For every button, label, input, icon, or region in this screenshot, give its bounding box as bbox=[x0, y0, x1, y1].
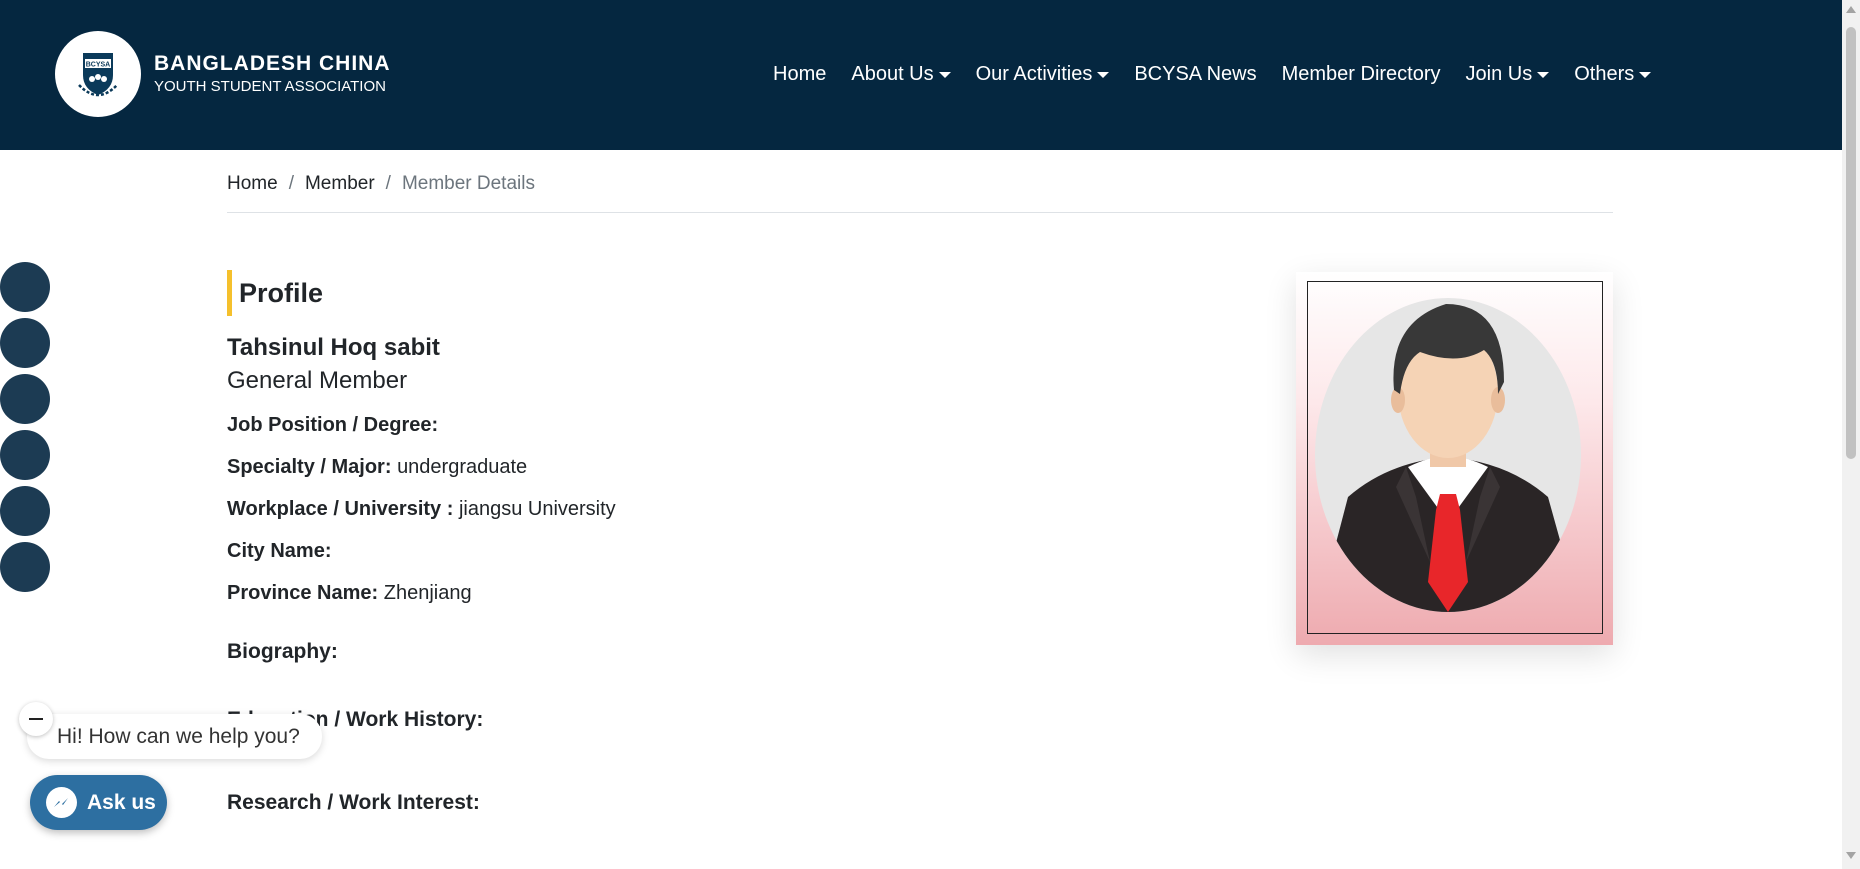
nav-others[interactable]: Others bbox=[1574, 63, 1652, 86]
nav-join-us[interactable]: Join Us bbox=[1466, 63, 1550, 86]
nav-home-label: Home bbox=[773, 63, 827, 85]
scroll-down-icon[interactable] bbox=[1846, 852, 1856, 859]
avatar-placeholder-icon bbox=[1315, 298, 1581, 612]
social-button[interactable] bbox=[0, 430, 50, 480]
top-navbar: BCYSA BANGLADESH CHINA YOUTH STUDENT ASS… bbox=[0, 0, 1842, 150]
field-value: jiangsu University bbox=[458, 498, 616, 520]
field-label: City Name: bbox=[227, 540, 332, 562]
nav-others-label: Others bbox=[1574, 63, 1635, 85]
profile-photo bbox=[1307, 281, 1603, 634]
nav-about-us-label: About Us bbox=[851, 63, 934, 85]
caret-down-icon bbox=[938, 72, 951, 78]
field-value: Zhenjiang bbox=[383, 582, 472, 604]
shield-logo-icon: BCYSA bbox=[65, 41, 131, 107]
field-province: Province Name: Zhenjiang bbox=[227, 580, 1127, 606]
social-button[interactable] bbox=[0, 318, 50, 368]
profile-photo-card bbox=[1296, 272, 1613, 645]
svg-text:BCYSA: BCYSA bbox=[86, 62, 111, 69]
field-label: Job Position / Degree: bbox=[227, 414, 439, 436]
bcysa-logo[interactable]: BCYSA bbox=[55, 31, 141, 117]
social-button[interactable] bbox=[0, 542, 50, 592]
social-share-bar bbox=[0, 262, 50, 598]
biography-heading: Biography: bbox=[227, 640, 338, 663]
chat-minimize-button[interactable] bbox=[19, 702, 53, 736]
messenger-icon bbox=[46, 787, 77, 818]
breadcrumb-separator: / bbox=[385, 173, 391, 194]
nav-bcysa-news[interactable]: BCYSA News bbox=[1134, 63, 1256, 86]
breadcrumb-member[interactable]: Member bbox=[305, 173, 375, 212]
nav-home[interactable]: Home bbox=[773, 63, 826, 86]
ask-us-label: Ask us bbox=[87, 790, 156, 814]
profile-section: Profile Tahsinul Hoq sabit General Membe… bbox=[227, 270, 1127, 606]
social-button[interactable] bbox=[0, 374, 50, 424]
nav-about-us[interactable]: About Us bbox=[851, 63, 951, 86]
member-role: General Member bbox=[227, 367, 408, 394]
caret-down-icon bbox=[1639, 72, 1652, 78]
brand[interactable]: BCYSA BANGLADESH CHINA YOUTH STUDENT ASS… bbox=[55, 31, 391, 117]
nav-member-directory-label: Member Directory bbox=[1281, 63, 1441, 85]
nav-join-us-label: Join Us bbox=[1465, 63, 1533, 85]
social-button[interactable] bbox=[0, 262, 50, 312]
field-workplace: Workplace / University : jiangsu Univers… bbox=[227, 496, 1127, 522]
member-name: Tahsinul Hoq sabit bbox=[227, 334, 440, 361]
main-nav: Home About Us Our Activities BCYSA News … bbox=[773, 63, 1676, 86]
field-label: Specialty / Major: bbox=[227, 456, 392, 478]
scroll-up-icon[interactable] bbox=[1846, 6, 1856, 13]
breadcrumb-member-details: Member Details bbox=[401, 173, 535, 194]
field-label: Workplace / University : bbox=[227, 498, 454, 520]
minus-icon bbox=[29, 718, 43, 720]
page-scrollbar[interactable] bbox=[1842, 0, 1860, 869]
field-job-position: Job Position / Degree: bbox=[227, 412, 1127, 438]
research-interest-heading: Research / Work Interest: bbox=[227, 791, 480, 814]
breadcrumb: Home / Member / Member Details bbox=[227, 173, 1613, 213]
chat-greeting-bubble[interactable]: Hi! How can we help you? bbox=[27, 714, 322, 759]
nav-our-activities-label: Our Activities bbox=[975, 63, 1093, 85]
breadcrumb-home[interactable]: Home bbox=[227, 173, 278, 212]
field-specialty: Specialty / Major: undergraduate bbox=[227, 454, 1127, 480]
caret-down-icon bbox=[1097, 72, 1110, 78]
brand-name-line1: BANGLADESH CHINA bbox=[154, 51, 391, 75]
field-label: Province Name: bbox=[227, 582, 379, 604]
scroll-thumb[interactable] bbox=[1846, 27, 1856, 459]
ask-us-button[interactable]: Ask us bbox=[30, 775, 167, 830]
social-button[interactable] bbox=[0, 486, 50, 536]
nav-our-activities[interactable]: Our Activities bbox=[976, 63, 1110, 86]
nav-member-directory[interactable]: Member Directory bbox=[1282, 63, 1441, 86]
brand-text[interactable]: BANGLADESH CHINA YOUTH STUDENT ASSOCIATI… bbox=[154, 52, 391, 97]
field-city: City Name: bbox=[227, 538, 1127, 564]
breadcrumb-separator: / bbox=[288, 173, 294, 194]
field-value: undergraduate bbox=[397, 456, 528, 478]
nav-bcysa-news-label: BCYSA News bbox=[1134, 63, 1257, 85]
caret-down-icon bbox=[1537, 72, 1550, 78]
brand-name-line2: YOUTH STUDENT ASSOCIATION bbox=[154, 77, 386, 95]
profile-heading: Profile bbox=[227, 270, 1127, 316]
